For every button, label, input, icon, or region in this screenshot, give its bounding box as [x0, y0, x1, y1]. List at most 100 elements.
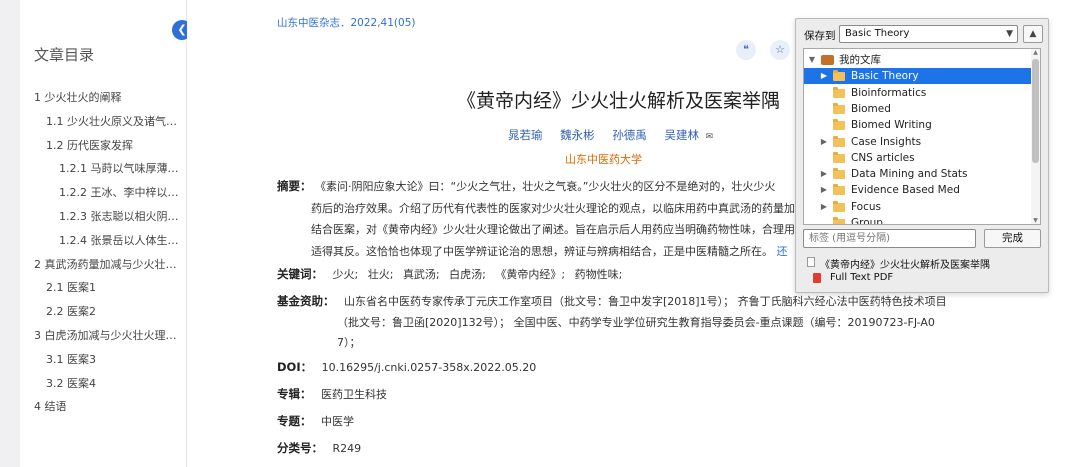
- topic-label: 专题：: [277, 414, 312, 428]
- collection-label: Group: [851, 217, 883, 225]
- collection-label: 我的文库: [839, 54, 881, 66]
- collection-row[interactable]: Biomed Writing: [804, 117, 1032, 133]
- collection-row[interactable]: ▶ Focus: [804, 199, 1032, 215]
- series-label: 专辑：: [277, 387, 312, 401]
- scroll-up-icon[interactable]: ▲: [1031, 49, 1040, 56]
- fund-text: 山东省名中医药专家传承丁元庆工作室项目（批文号：鲁卫中发字[2018]1号）； …: [344, 295, 947, 308]
- doi-label: DOI：: [277, 360, 313, 374]
- folder-icon: [833, 217, 845, 224]
- keyword-link[interactable]: 少火;: [333, 268, 359, 281]
- collection-row[interactable]: Bioinformatics: [804, 85, 1032, 101]
- toc-item[interactable]: 1.2 历代医家发挥: [20, 134, 187, 158]
- save-to-popup: 保存到 Basic Theory ▼ ▲ Group ▶ Focus ▶ Evidenc…: [795, 18, 1049, 293]
- organization-link[interactable]: 山东中医药大学: [565, 151, 642, 167]
- series-row: 专辑： 医药卫生科技: [277, 386, 387, 402]
- fund-label: 基金资助：: [277, 294, 335, 308]
- journal-link[interactable]: 山东中医杂志．2022,41(05): [277, 15, 415, 30]
- class-row: 分类号： R249: [277, 440, 361, 456]
- keywords-row: 关键词： 少火; 壮火; 真武汤; 白虎汤; 《黄帝内经》; 药物性味;: [277, 266, 628, 282]
- done-button[interactable]: 完成: [984, 229, 1041, 248]
- author-list: 晁若瑜 魏永彬 孙德禹 吴建林 ✉: [508, 127, 727, 143]
- toc-item[interactable]: 4 结语: [20, 395, 187, 419]
- folder-icon: [833, 119, 845, 131]
- star-icon[interactable]: ☆: [770, 40, 790, 60]
- keyword-link[interactable]: 真武汤;: [403, 268, 440, 281]
- fund-text: 7）；: [337, 336, 361, 349]
- abstract-more-link[interactable]: 还: [777, 245, 788, 258]
- author-link[interactable]: 魏永彬: [560, 128, 595, 142]
- toc-item[interactable]: 2 真武汤药量加减与少火壮火…: [20, 253, 187, 277]
- folder-icon: [833, 151, 845, 163]
- abstract-text: 《素问·阴阳应象大论》曰：“少火之气壮，壮火之气衰。”少火壮火的区分不是绝对的，…: [311, 180, 795, 258]
- collection-row[interactable]: ▶ Data Mining and Stats: [804, 166, 1032, 182]
- toc-item[interactable]: 1.1 少火壮火原义及诸气定义: [20, 110, 187, 134]
- article-title: 《黄帝内经》少火壮火解析及医案举隅: [457, 90, 781, 112]
- toc-item[interactable]: 1.2.4 张景岳以人体生理…: [20, 229, 187, 253]
- class-value: R249: [332, 442, 362, 455]
- toc-item[interactable]: 2.2 医案2: [20, 300, 187, 324]
- folder-icon: [833, 200, 845, 212]
- toc-item[interactable]: 3 白虎汤加减与少火壮火理论…: [20, 324, 187, 348]
- quote-icon[interactable]: ❝: [736, 40, 756, 60]
- folder-icon: [833, 184, 845, 196]
- fund-text: （批文号：鲁卫函[2020]132号）； 全国中医、中药学专业学位研究生教育指导…: [337, 316, 935, 329]
- scroll-down-icon[interactable]: ▼: [1031, 217, 1040, 224]
- collection-row[interactable]: Biomed: [804, 101, 1032, 117]
- scroll-thumb[interactable]: [1032, 59, 1039, 163]
- collection-row[interactable]: Group: [804, 215, 1032, 225]
- toc-item[interactable]: 2.1 医案1: [20, 276, 187, 300]
- collection-row[interactable]: ▼ 我的文库: [804, 52, 1032, 68]
- chevron-right-icon[interactable]: ▶: [819, 68, 829, 84]
- chevron-down-icon[interactable]: ▼: [807, 52, 817, 68]
- author-link[interactable]: 晁若瑜: [508, 128, 543, 142]
- fund-row: 基金资助： 山东省名中医药专家传承丁元庆工作室项目（批文号：鲁卫中发字[2018…: [277, 293, 947, 309]
- keywords-label: 关键词：: [277, 267, 323, 281]
- tree-scrollbar[interactable]: ▲ ▼: [1031, 49, 1040, 224]
- document-icon: [807, 257, 815, 267]
- toc-item[interactable]: 3.2 医案4: [20, 372, 187, 396]
- folder-icon: [833, 135, 845, 147]
- toc-item[interactable]: 1.2.2 王冰、李中梓以人…: [20, 181, 187, 205]
- collapse-tree-button[interactable]: ▲: [1023, 25, 1043, 43]
- keyword-link[interactable]: 《黄帝内经》;: [495, 268, 565, 281]
- class-label: 分类号：: [277, 441, 323, 455]
- doi-row: DOI： 10.16295/j.cnki.0257-358x.2022.05.2…: [277, 359, 536, 375]
- collection-label: Evidence Based Med: [851, 184, 960, 197]
- collection-row[interactable]: ▶ Case Insights: [804, 134, 1032, 150]
- toc-item[interactable]: 1.2.3 张志聪以相火阴火…: [20, 205, 187, 229]
- collection-label: Basic Theory: [851, 70, 919, 83]
- chevron-right-icon[interactable]: ▶: [819, 134, 829, 150]
- abstract-label: 摘要：: [277, 179, 312, 193]
- toc-title: 文章目录: [34, 46, 95, 64]
- collection-label: CNS articles: [851, 151, 915, 164]
- chevron-right-icon[interactable]: ▶: [819, 199, 829, 215]
- topic-value: 中医学: [321, 415, 354, 428]
- toc-item[interactable]: 1.2.1 马莳以气味厚薄类…: [20, 157, 187, 181]
- toc-item[interactable]: 3.1 医案3: [20, 348, 187, 372]
- mail-icon[interactable]: ✉: [706, 132, 714, 142]
- collection-row[interactable]: CNS articles: [804, 150, 1032, 166]
- item-title: 《黄帝内经》少火壮火解析及医案举隅: [820, 260, 990, 271]
- collection-label: Focus: [851, 200, 881, 213]
- keyword-link[interactable]: 药物性味;: [575, 268, 623, 281]
- collection-label: Data Mining and Stats: [851, 168, 968, 181]
- keyword-link[interactable]: 白虎汤;: [449, 268, 486, 281]
- toc-item[interactable]: 1 少火壮火的阐释: [20, 86, 187, 110]
- author-link[interactable]: 吴建林: [664, 128, 699, 142]
- collection-select[interactable]: Basic Theory ▼: [839, 25, 1018, 43]
- chevron-right-icon[interactable]: ▶: [819, 182, 829, 198]
- author-link[interactable]: 孙德禹: [612, 128, 647, 142]
- collection-label: Case Insights: [851, 135, 922, 148]
- collection-label: Bioinformatics: [851, 86, 927, 99]
- folder-icon: [833, 70, 845, 82]
- collection-row[interactable]: ▶ Basic Theory: [804, 68, 1032, 85]
- keyword-link[interactable]: 壮火;: [368, 268, 394, 281]
- library-icon: [821, 55, 834, 65]
- chevron-right-icon[interactable]: ▶: [819, 166, 829, 182]
- toc-list: 1 少火壮火的阐释 1.1 少火壮火原义及诸气定义 1.2 历代医家发挥 1.2.1 …: [20, 86, 187, 419]
- collection-tree: Group ▶ Focus ▶ Evidence Based Med ▶ Data Mini…: [803, 48, 1041, 225]
- collection-row[interactable]: ▶ Evidence Based Med: [804, 182, 1032, 198]
- folder-icon: [833, 86, 845, 98]
- topic-row: 专题： 中医学: [277, 413, 354, 429]
- tags-input[interactable]: [803, 229, 976, 248]
